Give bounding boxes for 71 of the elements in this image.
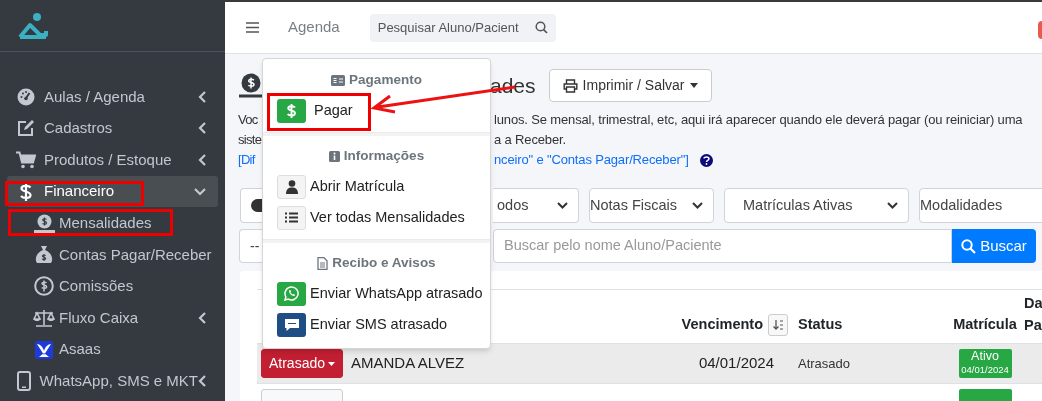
caret-icon [328,361,335,366]
sort-icon [772,320,784,330]
status-badge: Ativo 04/01/2024 [958,349,1012,378]
agenda-link[interactable]: Agenda [288,16,340,39]
filter-select[interactable]: odos [493,188,579,223]
chevron-down-icon [887,202,898,209]
table-cell: AMANDA ALVEZ [351,354,465,372]
section-header: Informações [343,147,425,166]
status-button[interactable]: Atrasado [261,349,343,378]
scale-icon [30,308,58,327]
document-icon [317,257,329,270]
list-icon [277,205,306,230]
sidebar-item[interactable]: Contas Pagar/Receber [7,238,218,271]
sidebar-item[interactable]: Produtos / Estoque [7,144,218,176]
menu-item[interactable]: Ver todas Mensalidades [263,202,490,233]
filter-select[interactable]: Notas Fiscais [589,188,714,223]
search-field[interactable]: Pesquisar Aluno/Pacient [369,13,556,42]
sidebar-item[interactable]: Aulas / Agenda [7,81,218,113]
sidebar-item[interactable]: Asaas [7,333,218,366]
gauge-icon [16,87,36,106]
chevron-down-icon [557,202,568,209]
id-card-icon [331,75,346,86]
info-icon [328,151,340,162]
chevron-down-icon [692,202,703,209]
menu-icon[interactable] [246,22,259,33]
section-header: Pagamento [349,71,422,90]
search-icon [961,238,977,254]
phone-icon [16,371,32,392]
select-field[interactable]: -- [239,229,262,263]
help-link[interactable]: [Dif [238,150,255,170]
sidebar-item[interactable]: Mensalidades [7,207,218,239]
description-text: a a Receber. [494,131,566,149]
search-button[interactable]: Buscar [952,229,1036,263]
column-header: Da [1024,294,1042,313]
print-button[interactable]: Imprimir / Salvar [548,69,712,102]
printer-icon [562,78,578,93]
column-header: Pa [1024,316,1042,335]
section-header: Recibo e Avisos [332,254,436,273]
menu-item[interactable]: Abrir Matrícula [263,171,490,202]
help-icon[interactable] [699,153,713,167]
logo-icon [18,12,48,39]
sidebar-item[interactable]: WhatsApp, SMS e MKT [7,365,218,397]
sms-bubble-icon [277,312,306,337]
search-icon[interactable] [534,20,548,34]
cart-icon [16,151,36,169]
column-header: Matrícula [953,315,1017,335]
table-cell: Atrasado [798,356,851,371]
description-text: Voc [238,111,258,129]
back-icon [251,199,262,212]
sidebar-item[interactable]: Fluxo Caixa [7,302,218,334]
chat-bubble-icon [277,281,306,306]
menu-item[interactable]: Enviar SMS atrasado [263,309,490,340]
help-link[interactable]: nceiro" e "Contas Pagar/Receber"] [494,150,689,170]
filter-button[interactable] [240,188,262,223]
menu-item[interactable]: Enviar WhatsApp atrasado [263,278,490,309]
column-header[interactable]: Vencimento [681,314,763,336]
person-icon [277,174,306,199]
sidebar-item[interactable]: Comissões [7,270,218,303]
dollar-icon [277,98,306,123]
sort-button[interactable] [768,314,788,336]
filter-select[interactable]: Modalidades [919,188,1042,223]
table-cell: 04/01/2024 [698,354,774,372]
column-header: Status [798,315,843,335]
filter-select[interactable]: Matrículas Ativas [724,188,909,223]
caret-icon [689,83,698,88]
edit-icon [16,119,36,138]
sidebar-item[interactable]: Cadastros [7,112,218,145]
description-text: lunos. Se mensal, trimestral, etc, aqui irá aparecer quando ele deverá pagar (ou reiniciar) uma [494,111,1023,129]
menu-item[interactable]: Pagar [263,95,490,126]
search-field[interactable]: Buscar pelo nome Aluno/Paciente [493,229,952,263]
description-text: siste [238,131,262,149]
